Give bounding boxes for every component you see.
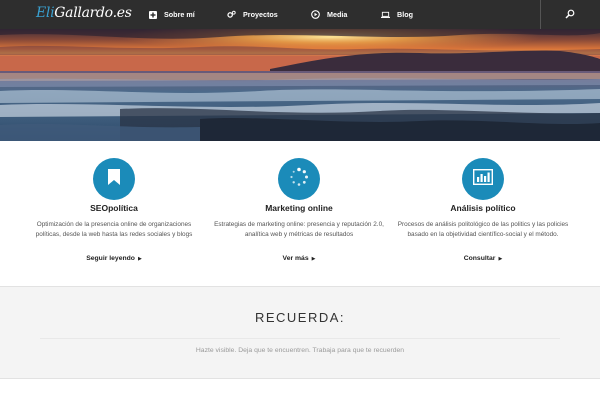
divider (540, 0, 541, 29)
triangle-right-icon: ▶ (311, 256, 316, 262)
hero-sunset-image (0, 29, 600, 141)
nav-item-sobre-mi[interactable]: Sobre mí (148, 0, 195, 29)
plus-square-icon (148, 10, 157, 19)
spinner-icon (289, 167, 309, 192)
feature-icon-circle (93, 158, 135, 200)
triangle-right-icon: ▶ (498, 256, 503, 262)
feature-title: SEOpolítica (90, 203, 138, 213)
nav-item-blog[interactable]: Blog (381, 0, 413, 29)
logo-suffix: .es (112, 5, 132, 21)
play-circle-icon (311, 10, 320, 19)
recuerda-section: RECUERDA: Hazte visible. Deja que te enc… (0, 286, 600, 378)
feature-icon-circle (278, 158, 320, 200)
feature-icon-circle (462, 158, 504, 200)
features-section: SEOpolítica Optimización de la presencia… (0, 141, 600, 286)
bar-chart-icon (472, 168, 494, 190)
gears-icon (227, 10, 236, 19)
feature-text: Procesos de análisis politológico de las… (397, 221, 569, 238)
divider (40, 338, 560, 339)
feature-link[interactable]: Consultar ▶ (393, 255, 573, 262)
feature-link-label: Ver más (282, 255, 309, 262)
section-tagline: Hazte visible. Deja que te encuentren. T… (195, 347, 405, 354)
section-title: RECUERDA: (254, 310, 346, 325)
laptop-icon (381, 10, 390, 19)
feature-link[interactable]: Ver más ▶ (209, 255, 389, 262)
nav-item-label: Sobre mí (164, 10, 195, 19)
search-icon (565, 6, 575, 24)
nav-item-label: Blog (397, 10, 413, 19)
feature-title: Marketing online (265, 203, 333, 213)
top-navbar: EliGallardo.es Sobre mí Proyectos Media … (0, 0, 600, 29)
feature-link-label: Seguir leyendo (86, 255, 135, 262)
bookmark-icon (107, 168, 121, 190)
feature-title: Análisis político (450, 203, 516, 213)
nav-item-proyectos[interactable]: Proyectos (227, 0, 278, 29)
nav-item-label: Proyectos (243, 10, 278, 19)
logo-main: Gallardo (54, 5, 113, 21)
next-section (0, 378, 600, 400)
search-button[interactable] (540, 0, 600, 29)
site-logo[interactable]: EliGallardo.es (36, 5, 132, 21)
logo-prefix: Eli (36, 5, 55, 21)
feature-text: Optimización de la presencia online de o… (35, 221, 193, 238)
feature-link[interactable]: Seguir leyendo ▶ (24, 255, 204, 262)
nav-item-label: Media (327, 10, 348, 19)
feature-text: Estrategias de marketing online: presenc… (214, 221, 384, 238)
triangle-right-icon: ▶ (137, 256, 142, 262)
feature-link-label: Consultar (463, 255, 496, 262)
nav-item-media[interactable]: Media (311, 0, 347, 29)
